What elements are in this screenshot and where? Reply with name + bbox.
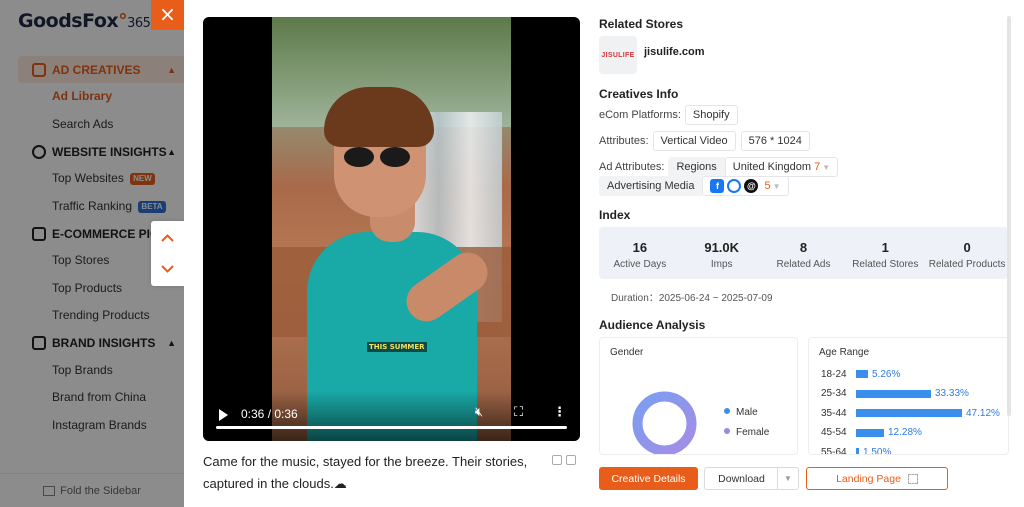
chevron-down-icon: ▼ xyxy=(784,474,792,483)
index-title: Index xyxy=(599,208,631,222)
platform-tag: Shopify xyxy=(684,105,738,125)
age-range-label: 25-34 xyxy=(821,388,847,399)
gender-card: Gender Male Female xyxy=(599,337,798,455)
attribute-tag: Vertical Video xyxy=(652,131,736,151)
gender-title: Gender xyxy=(610,347,644,358)
chevron-down-icon: ▼ xyxy=(822,163,831,172)
age-range-title: Age Range xyxy=(819,347,870,358)
age-range-label: 55-64 xyxy=(821,446,847,455)
next-ad-button[interactable] xyxy=(161,262,174,275)
qr-code-icon xyxy=(907,473,918,484)
female-dot xyxy=(724,428,730,434)
store-name[interactable]: jisulife.com xyxy=(644,46,705,58)
video-frame: THIS SUMMER xyxy=(272,17,511,441)
stat-active-days: 16 Active Days xyxy=(613,240,667,270)
age-bar xyxy=(856,428,884,437)
messenger-icon xyxy=(727,179,742,194)
age-percentage: 47.12% xyxy=(966,407,1000,419)
age-percentage: 1.50% xyxy=(863,446,892,455)
age-bar xyxy=(856,370,868,378)
play-icon[interactable] xyxy=(219,409,228,421)
legend-male: Male xyxy=(724,407,758,418)
legend-female: Female xyxy=(724,427,769,438)
copy-icon[interactable] xyxy=(552,455,562,465)
age-percentage: 12.28% xyxy=(888,427,922,438)
age-bar-row: 25-34 33.33% xyxy=(821,386,1006,402)
video-progress-bar[interactable] xyxy=(216,426,567,429)
advertising-media-label: Advertising Media xyxy=(599,176,703,196)
media-dropdown[interactable]: f @ 5 ▼ xyxy=(702,176,789,196)
video-controls: 0:36 / 0:36 🔇︎ ⛶ ⋮ xyxy=(203,391,580,441)
download-button[interactable]: Download xyxy=(704,467,778,490)
ad-description: Came for the music, stayed for the breez… xyxy=(203,454,528,491)
age-percentage: 5.26% xyxy=(872,368,901,380)
video-player[interactable]: THIS SUMMER 0:36 / 0:36 🔇︎ ⛶ ⋮ xyxy=(203,17,580,441)
ad-attributes-row: Ad Attributes: Regions United Kingdom 7 ▼ xyxy=(599,157,843,177)
download-options-button[interactable]: ▼ xyxy=(777,467,799,490)
facebook-icon: f xyxy=(710,179,725,194)
chevron-down-icon: ▼ xyxy=(772,182,781,191)
prev-next-nav xyxy=(151,221,184,286)
age-range-label: 18-24 xyxy=(821,368,847,380)
stat-related-products[interactable]: 0 Related Products xyxy=(926,227,1008,279)
gender-donut-chart xyxy=(632,391,697,454)
scrollbar[interactable] xyxy=(1007,16,1011,416)
age-percentage: 33.33% xyxy=(935,388,969,399)
advertising-media-row: Advertising Media f @ 5 ▼ xyxy=(599,176,794,196)
age-bar-row: 55-64 1.50% xyxy=(821,444,1006,455)
mute-icon[interactable]: 🔇︎ xyxy=(475,405,483,420)
close-button[interactable]: × xyxy=(151,0,184,30)
previous-ad-button[interactable] xyxy=(161,232,174,245)
chevron-down-icon xyxy=(161,265,174,273)
related-stores-title: Related Stores xyxy=(599,17,684,31)
video-caption: THIS SUMMER xyxy=(367,342,427,352)
duration: Duration：2025-06-24 ~ 2025-07-09 xyxy=(611,293,773,304)
ecom-platforms-row: eCom Platforms: Shopify xyxy=(599,105,743,125)
creatives-info-title: Creatives Info xyxy=(599,87,679,101)
age-bar xyxy=(856,409,962,417)
age-bar-row: 35-44 47.12% xyxy=(821,405,1006,421)
regions-label: Regions xyxy=(668,157,725,177)
store-logo[interactable]: JISULIFE xyxy=(599,36,637,74)
video-time: 0:36 / 0:36 xyxy=(241,407,298,421)
age-range-label: 45-54 xyxy=(821,427,847,438)
regions-dropdown[interactable]: United Kingdom 7 ▼ xyxy=(724,157,839,177)
stat-imps: 91.0K Imps xyxy=(704,240,740,270)
audience-analysis-title: Audience Analysis xyxy=(599,318,706,332)
index-stats: 16 Active Days 91.0K Imps 8 Related Ads 1 Re… xyxy=(599,227,1008,279)
age-range-label: 35-44 xyxy=(821,407,847,419)
chevron-up-icon xyxy=(161,234,174,242)
stat-related-stores[interactable]: 1 Related Stores xyxy=(844,227,926,279)
age-bar-row: 45-54 12.28% xyxy=(821,425,1006,441)
creative-details-button[interactable]: Creative Details xyxy=(599,467,698,490)
ad-detail-modal: THIS SUMMER 0:36 / 0:36 🔇︎ ⛶ ⋮ Came for … xyxy=(184,0,1024,507)
male-dot xyxy=(724,408,730,414)
attributes-row: Attributes: Vertical Video 576 * 1024 xyxy=(599,131,815,151)
threads-icon: @ xyxy=(744,179,759,194)
age-bar xyxy=(856,389,931,398)
stat-related-ads[interactable]: 8 Related Ads xyxy=(763,227,845,279)
attribute-tag: 576 * 1024 xyxy=(740,131,810,151)
more-options-icon[interactable]: ⋮ xyxy=(553,405,566,420)
age-bar-row: 18-24 5.26% xyxy=(821,366,1006,382)
fullscreen-icon[interactable]: ⛶ xyxy=(514,405,523,420)
age-bar xyxy=(856,448,859,454)
copy-actions xyxy=(552,455,576,465)
landing-page-button[interactable]: Landing Page xyxy=(806,467,948,490)
translate-icon[interactable] xyxy=(566,455,576,465)
age-range-card: Age Range 18-24 5.26% 25-34 33.33% 35-44 47.1… xyxy=(808,337,1009,455)
